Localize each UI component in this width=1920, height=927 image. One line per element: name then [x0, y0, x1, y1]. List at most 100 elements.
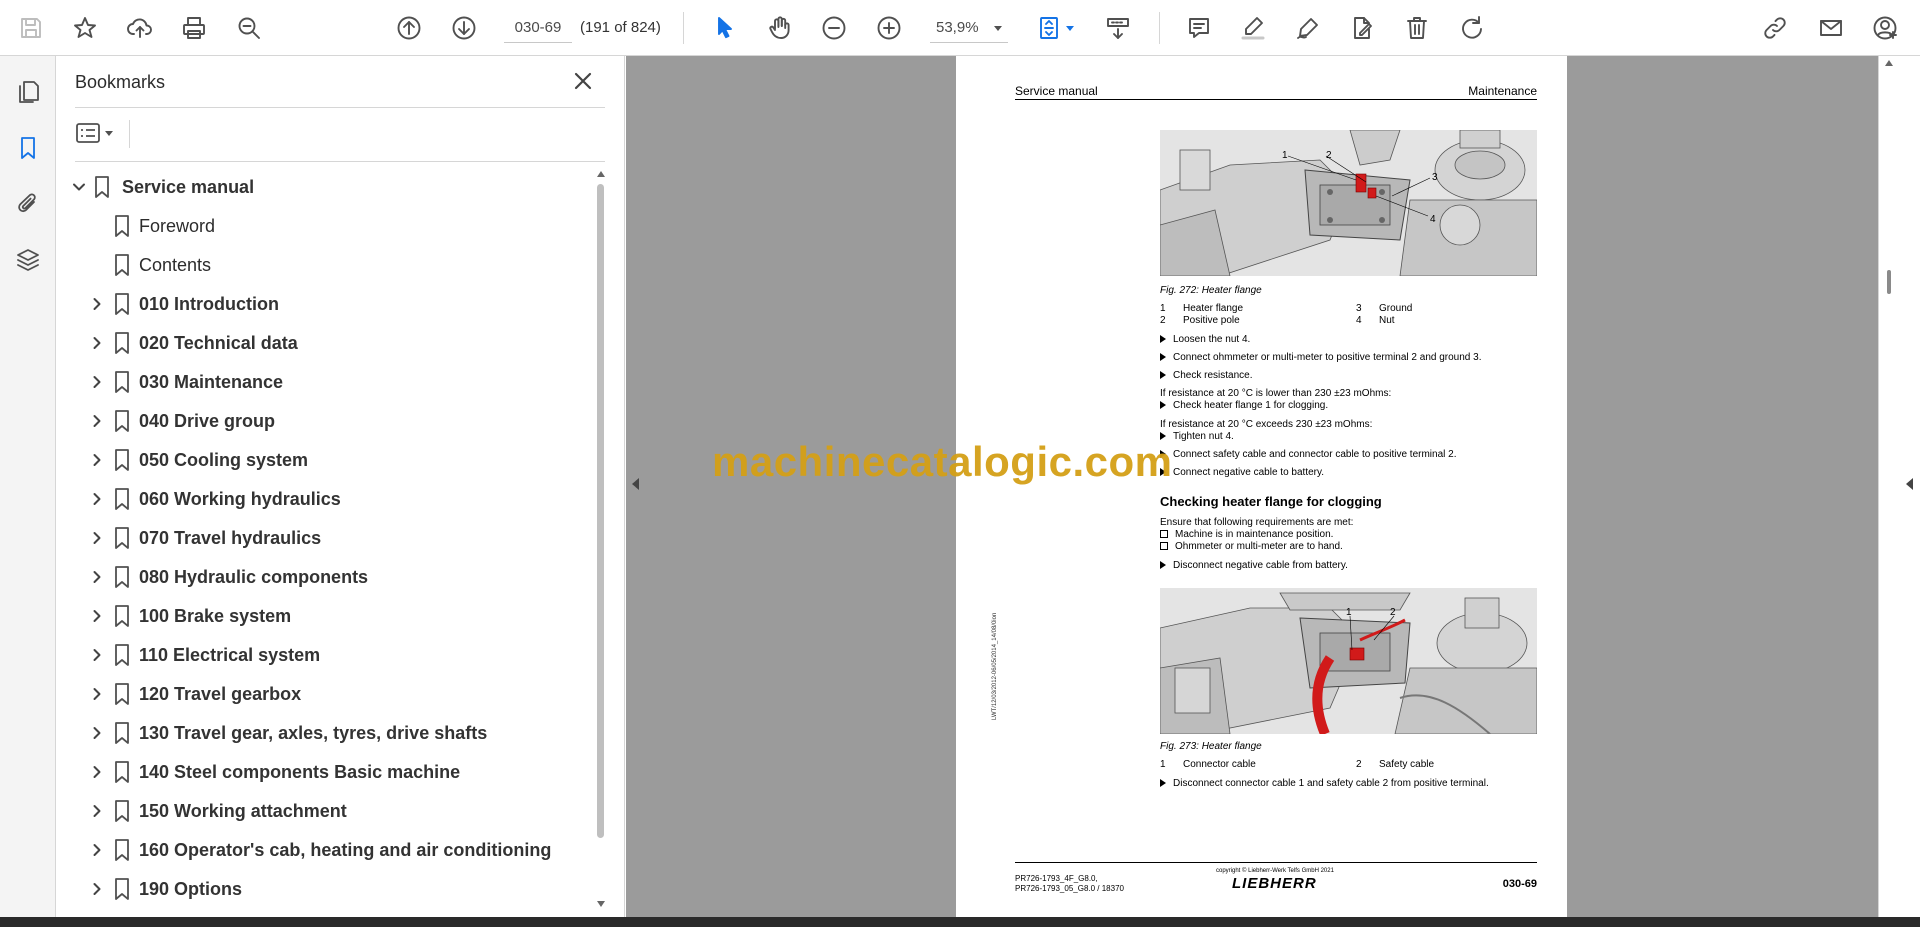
- page-thumbnails-icon[interactable]: [9, 73, 47, 111]
- chevron-right-icon[interactable]: [87, 489, 107, 509]
- requirement-item: Ohmmeter or multi-meter are to hand.: [1160, 541, 1343, 552]
- figure-heater-flange-2: 1 2: [1160, 588, 1537, 734]
- bookmark-icon: [113, 565, 133, 589]
- close-panel-button[interactable]: [568, 66, 598, 96]
- bookmark-item[interactable]: Contents: [57, 246, 597, 284]
- bookmark-item[interactable]: 110 Electrical system: [57, 636, 597, 674]
- chevron-right-icon[interactable]: [87, 606, 107, 626]
- comment-icon[interactable]: [1180, 9, 1218, 47]
- bookmark-item[interactable]: 150 Working attachment: [57, 792, 597, 830]
- chevron-right-icon[interactable]: [87, 645, 107, 665]
- draw-sign-icon[interactable]: [1289, 9, 1327, 47]
- bookmark-item[interactable]: Service manual: [57, 168, 597, 206]
- chevron-right-icon[interactable]: [87, 723, 107, 743]
- chevron-right-icon[interactable]: [87, 450, 107, 470]
- layers-icon[interactable]: [9, 241, 47, 279]
- bookmark-item[interactable]: 070 Travel hydraulics: [57, 519, 597, 557]
- bookmark-item[interactable]: 020 Technical data: [57, 324, 597, 362]
- chevron-right-icon[interactable]: [87, 333, 107, 353]
- bookmark-label: 010 Introduction: [139, 293, 280, 314]
- chevron-right-icon[interactable]: [87, 294, 107, 314]
- document-scrollbar[interactable]: [1883, 56, 1895, 917]
- bookmarks-scrollbar[interactable]: [594, 168, 608, 913]
- zoom-level-dropdown[interactable]: 53,9%: [930, 13, 1008, 43]
- bookmark-item[interactable]: 030 Maintenance: [57, 363, 597, 401]
- bookmark-label: 030 Maintenance: [139, 371, 284, 392]
- bookmark-item[interactable]: 050 Cooling system: [57, 441, 597, 479]
- zoom-search-icon[interactable]: [230, 9, 268, 47]
- chevron-right-icon[interactable]: [87, 879, 107, 899]
- scroll-up-arrow-icon[interactable]: [1885, 60, 1893, 66]
- hand-tool-icon[interactable]: [761, 9, 799, 47]
- highlight-pen-icon[interactable]: [1234, 9, 1272, 47]
- bookmark-item[interactable]: 190 Options: [57, 870, 597, 908]
- chevron-right-icon[interactable]: [87, 840, 107, 860]
- expand-right-panel-arrow-icon[interactable]: [1906, 478, 1913, 490]
- acrobat-window: (191 of 824) 53,9%: [0, 0, 1920, 927]
- watermark-text: machinecatalogic.com: [712, 438, 1173, 485]
- edit-pdf-icon[interactable]: [1343, 9, 1381, 47]
- fit-page-icon[interactable]: [1030, 9, 1074, 47]
- scroll-up-arrow-icon[interactable]: [597, 171, 605, 177]
- chevron-right-icon[interactable]: [87, 411, 107, 431]
- bookmarks-icon[interactable]: [9, 129, 47, 167]
- bookmark-label: Contents: [139, 254, 212, 275]
- share-link-icon[interactable]: [1756, 9, 1794, 47]
- bookmark-label: 110 Electrical system: [139, 644, 321, 665]
- requirements-intro: Ensure that following requirements are m…: [1160, 517, 1354, 528]
- zoom-in-icon[interactable]: [870, 9, 908, 47]
- account-avatar-icon[interactable]: [1866, 9, 1904, 47]
- zoom-out-icon[interactable]: [815, 9, 853, 47]
- toolbar-divider: [1159, 12, 1160, 44]
- save-icon[interactable]: [12, 9, 50, 47]
- email-icon[interactable]: [1812, 9, 1850, 47]
- close-icon: [574, 72, 592, 90]
- bookmark-options-menu[interactable]: [75, 118, 123, 148]
- bookmark-label: 050 Cooling system: [139, 449, 309, 470]
- bookmark-item[interactable]: 130 Travel gear, axles, tyres, drive sha…: [57, 714, 597, 752]
- previous-page-icon[interactable]: [390, 9, 428, 47]
- attachments-paperclip-icon[interactable]: [9, 185, 47, 223]
- step-arrow-icon: [1160, 561, 1166, 569]
- bookmark-label: 140 Steel components Basic machine: [139, 761, 461, 782]
- delete-trash-icon[interactable]: [1398, 9, 1436, 47]
- bookmark-icon: [113, 682, 133, 706]
- chevron-down-icon[interactable]: [69, 177, 89, 197]
- legend-text: Safety cable: [1379, 759, 1435, 770]
- print-icon[interactable]: [175, 9, 213, 47]
- chevron-right-icon[interactable]: [87, 528, 107, 548]
- bookmark-icon: [113, 487, 133, 511]
- bookmark-item[interactable]: 060 Working hydraulics: [57, 480, 597, 518]
- upload-cloud-icon[interactable]: [121, 9, 159, 47]
- select-cursor-icon[interactable]: [706, 9, 744, 47]
- chevron-right-icon[interactable]: [87, 762, 107, 782]
- scroll-down-arrow-icon[interactable]: [597, 901, 605, 907]
- bookmark-item[interactable]: 100 Brake system: [57, 597, 597, 635]
- divider: [75, 161, 605, 162]
- bookmark-item[interactable]: 120 Travel gearbox: [57, 675, 597, 713]
- scrollbar-thumb[interactable]: [597, 184, 604, 838]
- bookmark-item[interactable]: 040 Drive group: [57, 402, 597, 440]
- condition-text: If resistance at 20 °C exceeds 230 ±23 m…: [1160, 419, 1373, 430]
- next-page-icon[interactable]: [445, 9, 483, 47]
- chevron-right-icon[interactable]: [87, 684, 107, 704]
- bookmark-item[interactable]: 140 Steel components Basic machine: [57, 753, 597, 791]
- bookmark-item[interactable]: 010 Introduction: [57, 285, 597, 323]
- callout-2: 2: [1326, 150, 1332, 161]
- bookmark-item[interactable]: 160 Operator's cab, heating and air cond…: [57, 831, 597, 869]
- scrollbar-thumb[interactable]: [1887, 270, 1891, 294]
- bookmark-label: 190 Options: [139, 878, 243, 899]
- bookmark-icon: [113, 526, 133, 550]
- page-number-input[interactable]: [504, 13, 572, 43]
- collapse-left-panel-arrow-icon[interactable]: [632, 478, 639, 490]
- star-bookmark-icon[interactable]: [66, 9, 104, 47]
- scroll-mode-icon[interactable]: [1099, 9, 1137, 47]
- chevron-right-icon[interactable]: [87, 801, 107, 821]
- chevron-down-icon: [994, 26, 1002, 31]
- chevron-right-icon[interactable]: [87, 567, 107, 587]
- chevron-right-icon[interactable]: [87, 372, 107, 392]
- instruction-step: Connect safety cable and connector cable…: [1160, 449, 1457, 460]
- bookmark-item[interactable]: 080 Hydraulic components: [57, 558, 597, 596]
- rotate-redo-icon[interactable]: [1453, 9, 1491, 47]
- bookmark-item[interactable]: Foreword: [57, 207, 597, 245]
